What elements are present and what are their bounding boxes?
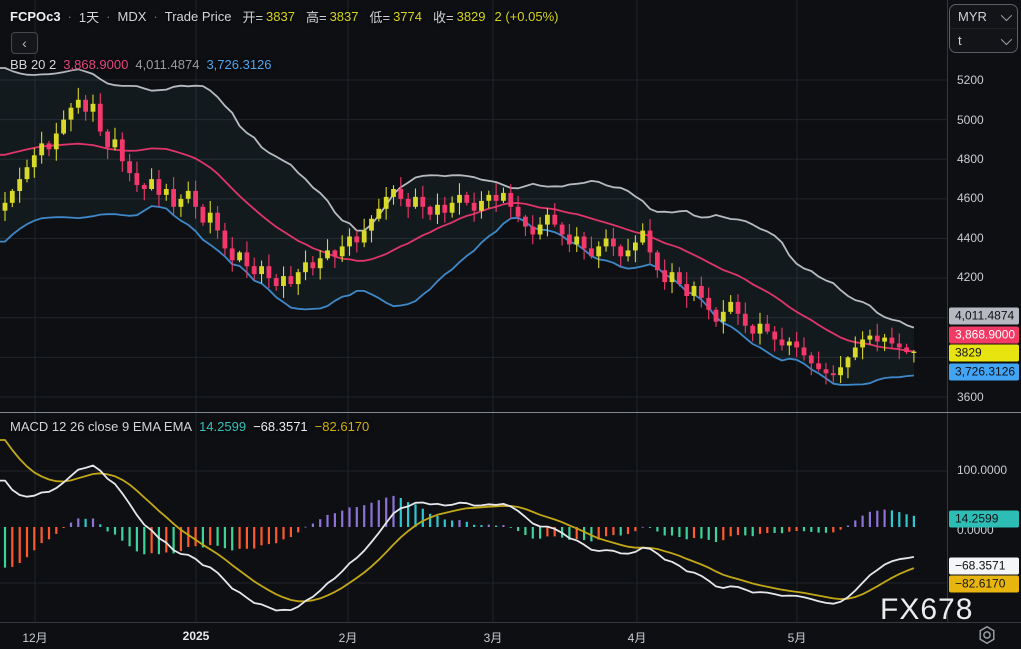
bb-basis-value: 3,868.9000 (63, 57, 128, 72)
close-label: 收= (433, 7, 454, 26)
time-axis-label: 2月 (339, 629, 358, 646)
time-axis[interactable]: 12月 2025 2月 3月 4月 5月 (0, 622, 1021, 649)
low-label: 低= (369, 7, 390, 26)
axis-tick-label: 4600 (957, 191, 984, 205)
unit-label: t (958, 33, 962, 48)
macd-signal-value: −82.6170 (315, 419, 370, 434)
axis-tick-label: 5000 (957, 113, 984, 127)
currency-dropdown[interactable]: MYR (950, 5, 1017, 28)
bb-lower-value: 3,726.3126 (206, 57, 271, 72)
symbol-header: FCPOc3 · 1天 · MDX · Trade Price 开=3837 高… (10, 7, 558, 26)
open-label: 开= (242, 7, 263, 26)
time-axis-label: 3月 (484, 629, 503, 646)
chart-canvas[interactable] (0, 0, 947, 622)
macd-hist-badge: 14.2599 (949, 511, 1019, 528)
axis-tick-label: 4800 (957, 152, 984, 166)
bb-basis-badge: 3,868.9000 (949, 327, 1019, 344)
time-axis-label: 5月 (788, 629, 807, 646)
axis-tick-label: 4200 (957, 270, 984, 284)
price-axis[interactable]: 520050004800460044004200400038003600100.… (947, 0, 1021, 622)
series-type-label: Trade Price (165, 9, 232, 24)
separator-dot: · (153, 9, 157, 24)
bb-upper-badge: 4,011.4874 (949, 308, 1019, 325)
interval-label: 1天 (79, 7, 99, 26)
last-price-badge: 3829 (949, 345, 1019, 362)
open-value: 3837 (266, 9, 295, 24)
macd-line-value: −68.3571 (253, 419, 308, 434)
bb-lower-badge: 3,726.3126 (949, 364, 1019, 381)
close-value: 3829 (457, 9, 486, 24)
time-axis-label: 2025 (183, 629, 210, 643)
exchange-label: MDX (118, 9, 147, 24)
bb-legend: BB 20 2 3,868.9000 4,011.4874 3,726.3126 (10, 57, 272, 72)
time-axis-label: 4月 (628, 629, 647, 646)
fx678-watermark: FX678 (880, 593, 973, 627)
pane-separator[interactable] (0, 412, 1021, 413)
separator-dot: · (106, 9, 110, 24)
macd-title: MACD 12 26 close 9 EMA EMA (10, 419, 192, 434)
high-value: 3837 (330, 9, 359, 24)
chevron-down-icon (1001, 33, 1012, 44)
change-value: 2 (+0.05%) (495, 9, 559, 24)
macd-hist-value: 14.2599 (199, 419, 246, 434)
axis-tick-label: 3600 (957, 390, 984, 404)
chart-app: FCPOc3 · 1天 · MDX · Trade Price 开=3837 高… (0, 0, 1021, 649)
axis-pane-separator (947, 412, 1021, 413)
macd-line-badge: −68.3571 (949, 558, 1019, 575)
chevron-down-icon (1001, 9, 1012, 20)
axis-tick-label: 100.0000 (957, 463, 1007, 477)
settings-button[interactable] (974, 624, 1000, 648)
back-button[interactable]: ‹ (11, 32, 38, 54)
settings-icon (976, 624, 998, 646)
low-value: 3774 (393, 9, 422, 24)
high-label: 高= (306, 7, 327, 26)
bb-title: BB 20 2 (10, 57, 56, 72)
bb-upper-value: 4,011.4874 (135, 57, 199, 72)
currency-label: MYR (958, 9, 987, 24)
separator-dot: · (68, 9, 72, 24)
time-axis-label: 12月 (22, 629, 47, 646)
macd-legend: MACD 12 26 close 9 EMA EMA 14.2599 −68.3… (10, 419, 369, 434)
axis-tick-label: 4400 (957, 231, 984, 245)
axis-tick-label: 5200 (957, 73, 984, 87)
unit-dropdown[interactable]: t (950, 28, 1017, 52)
macd-signal-badge: −82.6170 (949, 576, 1019, 593)
chevron-left-icon: ‹ (22, 35, 27, 51)
unit-selector-box: MYR t (949, 4, 1018, 53)
symbol-name: FCPOc3 (10, 9, 61, 24)
